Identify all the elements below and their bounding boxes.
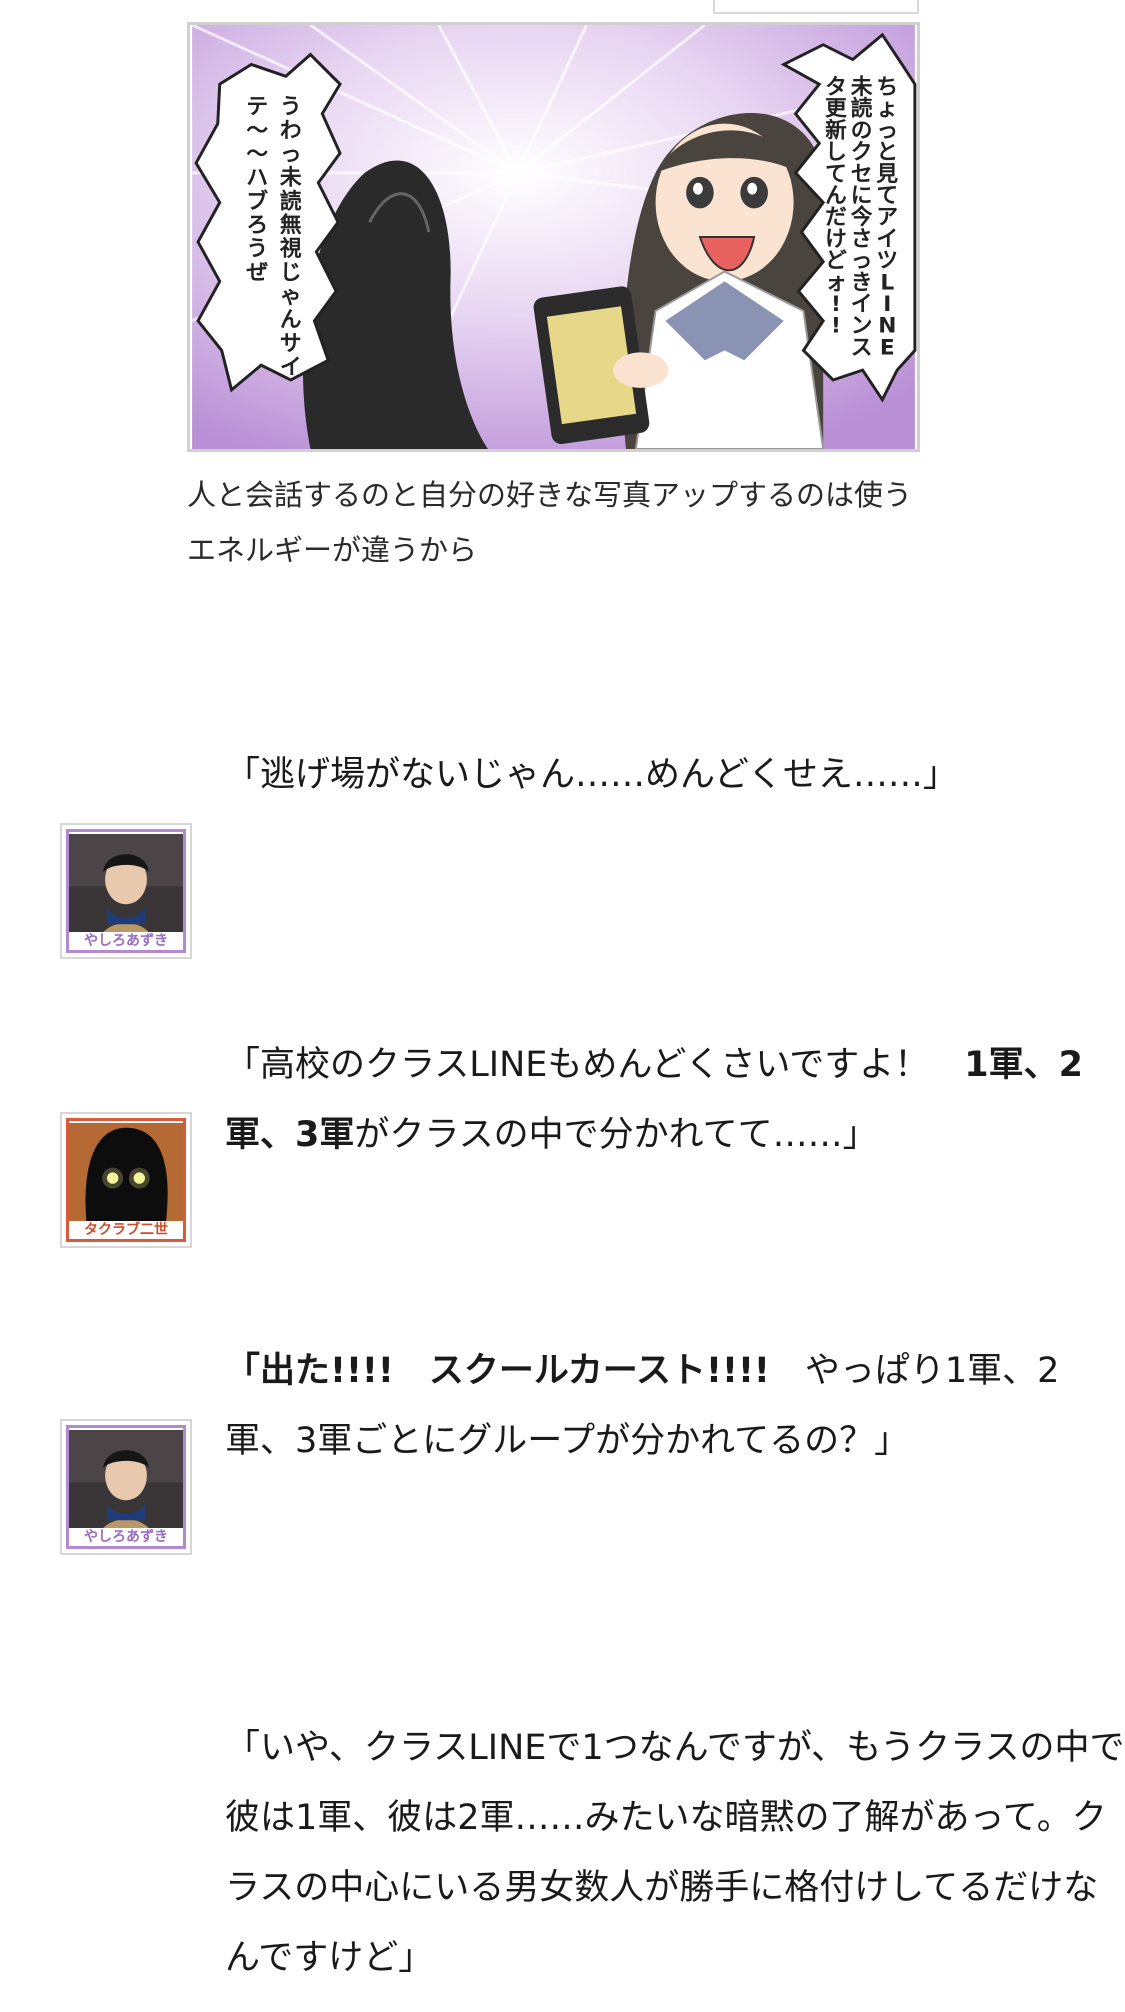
bubble-char: 読	[280, 188, 302, 214]
bubble-char: ブ	[246, 188, 268, 214]
message-text: 「出た!!!! スクールカースト!!!! やっぱり1軍、2軍、3軍ごとにグループ…	[225, 1336, 1125, 1476]
bubble-char: っ	[280, 142, 302, 167]
manga-illustration: うわっ未読無視じゃんサイテ〜〜ハブろうぜちょっと見てアイツ L I N E 未読のクセに今…	[187, 22, 920, 452]
bubble-char: ゃ	[280, 284, 302, 309]
article-page: うわっ未読無視じゃんサイテ〜〜ハブろうぜちょっと見てアイツ L I N E 未読のクセに今…	[0, 0, 1125, 2012]
avatar-name: やしろあずき	[69, 932, 183, 950]
bubble-char: う	[280, 95, 302, 120]
bubble-char: !	[831, 314, 841, 339]
message-text: 「高校のクラスLINEもめんどくさいですよ！ 1軍、2軍、3軍がクラスの中で分か…	[225, 1030, 1125, 1170]
message-text: 「逃げ場がないじゃん……めんどくせえ……」	[225, 740, 1125, 810]
bubble-char: わ	[280, 118, 302, 143]
message-segment: 「高校のクラスLINEもめんどくさいですよ！	[225, 1045, 965, 1085]
message-segment: がクラスの中で分かれてて……」	[354, 1115, 878, 1155]
avatar: やしろあずき	[60, 823, 192, 959]
bubble-char: 視	[279, 237, 302, 262]
message-text: 「いや、クラスLINEで1つなんですが、もうクラスの中で彼は1軍、彼は2軍……み…	[225, 1713, 1125, 1993]
bubble-char: ん	[280, 308, 302, 333]
bubble-char: ハ	[246, 166, 268, 191]
bubble-char: ス	[851, 335, 873, 360]
bubble-char: 無	[280, 212, 302, 238]
bubble-char: 〜	[246, 118, 268, 143]
bubble-char: 〜	[246, 142, 268, 167]
bubble-char: イ	[280, 355, 302, 380]
bubble-char: う	[246, 237, 268, 262]
avatar-name: タクラブ二世	[69, 1221, 183, 1239]
bubble-char: テ	[246, 95, 268, 120]
bubble-char: ぜ	[246, 260, 268, 285]
bubble-char: 未	[280, 166, 302, 191]
bubble-char: E	[880, 335, 895, 360]
avatar: タクラブ二世	[60, 1112, 192, 1248]
illustration-caption: 人と会話するのと自分の好きな写真アップするのは使うエネルギーが違うから	[187, 478, 913, 567]
message-segment: 「逃げ場がないじゃん……めんどくせえ……」	[225, 755, 958, 795]
bubble-char: サ	[280, 331, 302, 356]
manga-artwork: うわっ未読無視じゃんサイテ〜〜ハブろうぜちょっと見てアイツLINE未読のクセに今…	[191, 25, 917, 449]
avatar-name: やしろあずき	[69, 1528, 183, 1546]
bubble-char: ろ	[246, 213, 268, 238]
bubble-char: じ	[280, 260, 302, 285]
previous-element-edge	[713, 0, 919, 14]
avatar: やしろあずき	[60, 1419, 192, 1555]
message-segment: 「いや、クラスLINEで1つなんですが、もうクラスの中で彼は1軍、彼は2軍……み…	[225, 1728, 1125, 1978]
message-segment-bold: 「出た!!!! スクールカースト!!!!	[225, 1351, 770, 1391]
